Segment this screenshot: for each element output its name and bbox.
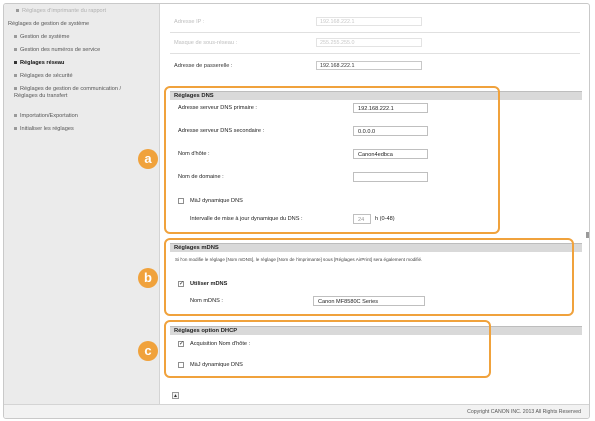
scrollbar-thumb[interactable] bbox=[586, 232, 589, 238]
gateway-field[interactable]: 192.168.222.1 bbox=[316, 61, 422, 70]
subnet-mask-label: Masque de sous-réseau : bbox=[174, 40, 238, 46]
callout-frame-b bbox=[164, 238, 574, 316]
copyright-text: Copyright CANON INC. 2013 All Rights Res… bbox=[467, 409, 581, 415]
footer: Copyright CANON INC. 2013 All Rights Res… bbox=[4, 404, 589, 418]
bullet-icon bbox=[16, 9, 19, 13]
sidebar-item-report-printer[interactable]: Réglages d'imprimante du rapport bbox=[16, 8, 156, 15]
sidebar-item-system-management-sub[interactable]: Gestion de système bbox=[14, 34, 154, 41]
divider bbox=[170, 53, 580, 54]
main-content: Adresse IP : 192.168.222.1 Masque de sou… bbox=[160, 4, 587, 404]
up-arrow-icon[interactable]: ▲ bbox=[172, 392, 179, 399]
sidebar-item-security-settings[interactable]: Réglages de sécurité bbox=[14, 73, 154, 80]
ip-address-label: Adresse IP : bbox=[174, 19, 205, 25]
callout-frame-a bbox=[164, 86, 500, 234]
callout-badge-a: a bbox=[138, 149, 158, 169]
sidebar-item-network-settings[interactable]: Réglages réseau bbox=[14, 60, 154, 67]
callout-badge-c: c bbox=[138, 341, 158, 361]
bullet-icon bbox=[14, 114, 17, 118]
browser-frame: Réglages d'imprimante du rapport Réglage… bbox=[3, 3, 590, 419]
gateway-label: Adresse de passerelle : bbox=[174, 63, 233, 69]
sidebar-item-system-management[interactable]: Réglages de gestion de système bbox=[8, 21, 153, 28]
divider bbox=[170, 32, 580, 33]
ip-address-field[interactable]: 192.168.222.1 bbox=[316, 17, 422, 26]
bullet-icon bbox=[14, 87, 17, 91]
sidebar: Réglages d'imprimante du rapport Réglage… bbox=[4, 4, 160, 404]
sidebar-item-import-export[interactable]: Importation/Exportation bbox=[14, 113, 154, 120]
bullet-icon bbox=[14, 48, 17, 52]
callout-badge-b: b bbox=[138, 268, 158, 288]
sidebar-item-service-numbers[interactable]: Gestion des numéros de service bbox=[14, 47, 154, 54]
sidebar-item-initialize[interactable]: Initialiser les réglages bbox=[14, 126, 154, 133]
bullet-icon bbox=[14, 74, 17, 78]
subnet-mask-field[interactable]: 255.255.255.0 bbox=[316, 38, 422, 47]
bullet-icon bbox=[14, 35, 17, 39]
callout-frame-c bbox=[164, 320, 491, 378]
sidebar-item-communication-settings[interactable]: Réglages de gestion de communication / R… bbox=[14, 86, 146, 100]
bullet-icon bbox=[14, 61, 17, 65]
bullet-icon bbox=[14, 127, 17, 131]
